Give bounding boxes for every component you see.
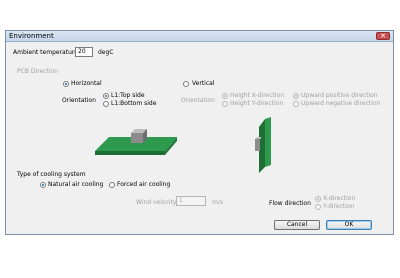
x-direction-label: X-direction bbox=[323, 195, 356, 202]
height-y-label: Height Y-direction bbox=[230, 100, 284, 107]
bottom-side-radio[interactable] bbox=[103, 101, 109, 107]
natural-air-cooling-label: Natural air cooling bbox=[48, 181, 104, 188]
height-x-label: Height X-direction bbox=[230, 92, 285, 99]
height-y-radio[interactable] bbox=[222, 101, 228, 107]
forced-air-cooling-label: Forced air cooling bbox=[117, 181, 171, 188]
ambient-temperature-unit: degC bbox=[98, 49, 114, 56]
natural-air-cooling-radio[interactable] bbox=[40, 182, 46, 188]
top-side-radio[interactable] bbox=[103, 93, 109, 99]
cooling-type-label: Type of cooling system bbox=[17, 171, 86, 178]
ok-button[interactable]: OK bbox=[326, 220, 372, 230]
upward-positive-label: Upward positive direction bbox=[301, 92, 378, 99]
wind-velocity-unit: m/s bbox=[212, 199, 223, 206]
upward-negative-label: Upward negative direction bbox=[301, 100, 381, 107]
bottom-side-label: L1:Bottom side bbox=[111, 100, 157, 107]
environment-dialog: Environment ✕ Ambient temperature 20 deg… bbox=[5, 30, 394, 235]
board-front-face bbox=[95, 151, 165, 155]
x-direction-radio[interactable] bbox=[315, 196, 321, 202]
wind-velocity-label: Wind velocity bbox=[136, 199, 177, 206]
top-side-label: L1:Top side bbox=[111, 92, 145, 99]
height-x-radio[interactable] bbox=[222, 93, 228, 99]
vertical-label: Vertical bbox=[192, 80, 215, 87]
upward-positive-radio[interactable] bbox=[293, 93, 299, 99]
y-direction-label: Y-direction bbox=[323, 203, 355, 210]
y-direction-radio[interactable] bbox=[315, 204, 321, 210]
vertical-radio[interactable] bbox=[183, 81, 189, 87]
vertical-orientation-label: Orientation bbox=[181, 97, 215, 104]
cancel-button[interactable]: Cancel bbox=[274, 220, 320, 230]
title-bar[interactable]: Environment ✕ bbox=[6, 31, 393, 42]
close-button[interactable]: ✕ bbox=[376, 32, 390, 40]
orientation-label: Orientation bbox=[62, 97, 96, 104]
flow-direction-label: Flow direction bbox=[269, 200, 311, 207]
ambient-temperature-input[interactable]: 20 bbox=[75, 47, 93, 57]
vertical-board-illustration bbox=[255, 117, 271, 173]
component-front bbox=[255, 139, 260, 151]
forced-air-cooling-radio[interactable] bbox=[109, 182, 115, 188]
pcb-direction-label: PCB Direction bbox=[17, 68, 58, 75]
window-title: Environment bbox=[9, 32, 54, 40]
component-front bbox=[131, 133, 143, 143]
board-top-face bbox=[265, 117, 271, 167]
horizontal-radio[interactable] bbox=[63, 81, 69, 87]
ambient-temperature-label: Ambient temperature bbox=[13, 49, 78, 56]
horizontal-label: Horizontal bbox=[71, 80, 102, 87]
horizontal-board-illustration bbox=[95, 129, 177, 155]
wind-velocity-input[interactable]: 1 bbox=[176, 196, 206, 206]
upward-negative-radio[interactable] bbox=[293, 101, 299, 107]
